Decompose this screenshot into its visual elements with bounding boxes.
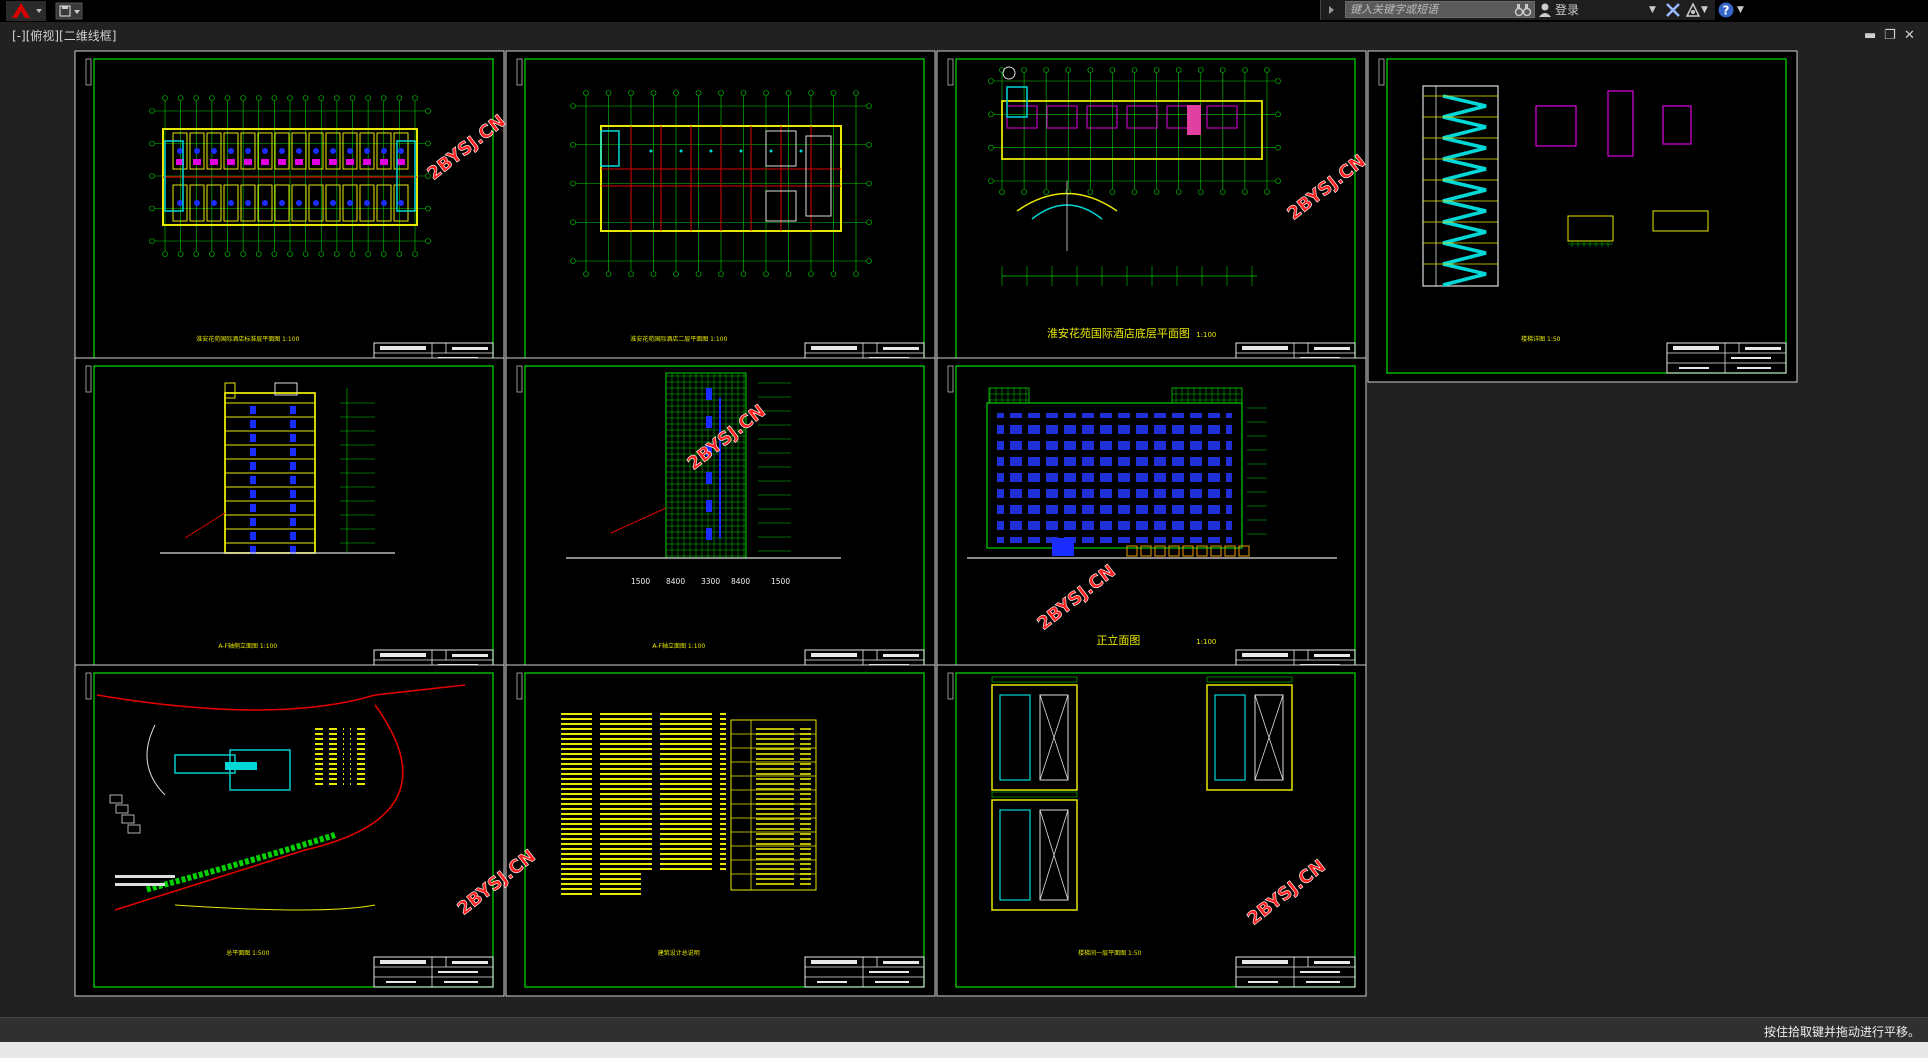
user-icon[interactable]	[1537, 1, 1553, 19]
exchange-icon[interactable]	[1665, 1, 1681, 19]
sheet-title: A-F轴侧立面图 1:100	[218, 642, 277, 650]
drawing-canvas[interactable]: 淮安花苑国际酒店标准层平面图 1:100 淮安花苑国际酒店二层平面图 1:100 淮…	[0, 22, 1928, 1017]
drawing-sheet[interactable]: 建筑设计总说明	[505, 664, 936, 997]
help-icon[interactable]: ?	[1717, 1, 1735, 19]
sheet-title: 总平面图 1:500	[226, 949, 269, 957]
sheet-scale: 1:100	[1196, 331, 1216, 339]
login-dropdown-icon[interactable]: ▼	[1649, 1, 1656, 19]
viewport-controls-label[interactable]: [-][俯视][二维线框]	[12, 27, 116, 44]
drawing-sheet[interactable]: 正立面图 1:100	[936, 357, 1367, 690]
application-menu-button[interactable]	[6, 1, 46, 21]
dimension-label: 3300	[701, 577, 720, 586]
dimension-label: 1500	[771, 577, 790, 586]
bottom-strip	[0, 1042, 1928, 1058]
search-input[interactable]	[1345, 1, 1535, 18]
drawing-sheet[interactable]: 总平面图 1:500	[74, 664, 505, 997]
status-bar: 按住拾取键并拖动进行平移。	[0, 1017, 1928, 1043]
login-link[interactable]: 登录	[1555, 1, 1579, 19]
binoculars-icon[interactable]	[1514, 1, 1532, 19]
close-icon[interactable]: ✕	[1904, 28, 1915, 43]
drawing-sheet[interactable]: A-F轴侧立面图 1:100	[74, 357, 505, 690]
drawing-sheet[interactable]: 淮安花苑国际酒店标准层平面图 1:100	[74, 50, 505, 383]
save-icon[interactable]	[55, 2, 83, 20]
minimize-icon[interactable]: ▬	[1864, 28, 1876, 43]
drawing-sheet[interactable]: 1500 8400 3300 8400 1500 A-F轴立面图 1:100	[505, 357, 936, 690]
sheet-scale: 1:100	[1196, 638, 1216, 646]
dimension-label: 8400	[666, 577, 685, 586]
sheet-title: 建筑设计总说明	[658, 949, 700, 957]
sheet-title: 淮安花苑国际酒店底层平面图	[1047, 326, 1190, 340]
title-bar: 登录 ▼ ▼ ? ▼	[0, 0, 1928, 22]
restore-icon[interactable]: ❐	[1884, 28, 1896, 43]
sheet-title: A-F轴立面图 1:100	[652, 642, 705, 650]
svg-text:?: ?	[1723, 4, 1730, 18]
help-dropdown-icon[interactable]: ▼	[1737, 1, 1744, 19]
connect-icon[interactable]	[1685, 1, 1701, 19]
drawing-layout: 淮安花苑国际酒店标准层平面图 1:100 淮安花苑国际酒店二层平面图 1:100 淮…	[74, 50, 1798, 997]
search-area: 登录 ▼ ▼ ? ▼	[1320, 0, 1744, 20]
sheet-title: 楼梯间一层平面图 1:50	[1078, 949, 1142, 957]
drawing-sheet[interactable]: 楼梯详图 1:50	[1367, 50, 1798, 383]
drawing-sheet[interactable]: 淮安花苑国际酒店二层平面图 1:100	[505, 50, 936, 383]
sheet-title: 楼梯详图 1:50	[1521, 335, 1561, 343]
drawing-sheet[interactable]: 楼梯间一层平面图 1:50	[936, 664, 1367, 997]
connect-dropdown-icon[interactable]: ▼	[1701, 1, 1708, 19]
drawing-content	[561, 710, 817, 895]
sheet-title: 正立面图	[1096, 633, 1140, 647]
sheet-title: 淮安花苑国际酒店二层平面图 1:100	[630, 335, 727, 343]
dimension-label: 8400	[731, 577, 750, 586]
status-message: 按住拾取键并拖动进行平移。	[1763, 1025, 1920, 1039]
quick-access-toolbar[interactable]	[55, 2, 83, 20]
sheet-title: 淮安花苑国际酒店标准层平面图 1:100	[196, 335, 299, 343]
chevron-right-icon[interactable]	[1327, 0, 1337, 20]
dimension-label: 1500	[631, 577, 650, 586]
sheets-group: 淮安花苑国际酒店标准层平面图 1:100 淮安花苑国际酒店二层平面图 1:100 淮…	[74, 50, 1798, 997]
